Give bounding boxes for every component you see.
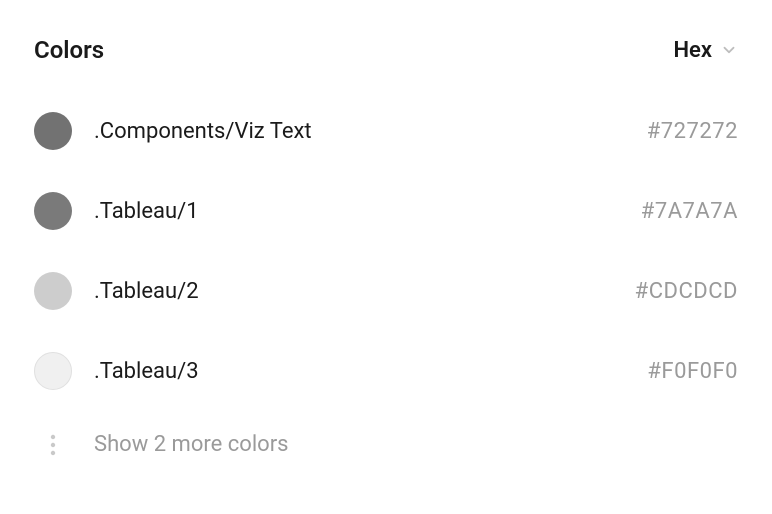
chevron-down-icon [720,41,738,59]
color-row[interactable]: .Components/Viz Text #727272 [34,112,738,150]
format-label: Hex [673,38,712,63]
color-name: .Tableau/3 [94,359,625,384]
format-selector[interactable]: Hex [673,38,738,63]
color-value: #7A7A7A [641,199,738,224]
more-dots-icon [34,433,72,457]
color-value: #727272 [647,119,738,144]
color-list: .Components/Viz Text #727272 .Tableau/1 … [34,112,738,457]
color-row[interactable]: .Tableau/3 #F0F0F0 [34,352,738,390]
section-title: Colors [34,36,104,64]
color-row[interactable]: .Tableau/2 #CDCDCD [34,272,738,310]
color-swatch [34,192,72,230]
color-value: #CDCDCD [635,279,738,304]
colors-header: Colors Hex [34,36,738,64]
color-name: .Tableau/1 [94,199,619,224]
color-swatch [34,272,72,310]
color-swatch [34,352,72,390]
color-swatch [34,112,72,150]
color-name: .Components/Viz Text [94,119,625,144]
color-row[interactable]: .Tableau/1 #7A7A7A [34,192,738,230]
color-name: .Tableau/2 [94,279,613,304]
color-value: #F0F0F0 [647,359,738,384]
show-more-label: Show 2 more colors [94,432,289,457]
show-more-button[interactable]: Show 2 more colors [34,432,738,457]
